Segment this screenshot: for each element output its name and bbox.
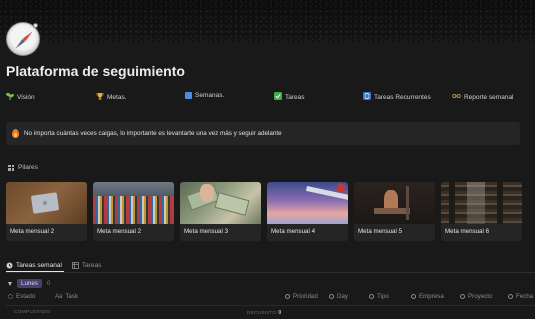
column-label: Tipo [377, 293, 389, 300]
page-cover [0, 0, 535, 42]
group-count: 0 [46, 280, 51, 287]
card-caption: Meta mensual 4 [271, 228, 316, 235]
callout-text: No importa cuántas veces caigas, lo impo… [24, 130, 282, 137]
trophy-icon [96, 92, 104, 102]
link-metas[interactable]: Metas. [96, 92, 127, 102]
tab-tareas-semanal[interactable]: Tareas semanal [6, 260, 62, 271]
column-task[interactable]: Aa Task [55, 293, 78, 300]
link-tareas[interactable]: Tareas [274, 92, 305, 102]
card-caption: Meta mensual 2 [10, 228, 55, 235]
tab-label: Tareas [81, 262, 102, 269]
glasses-icon [452, 92, 461, 102]
card-caption: Meta mensual 5 [358, 228, 403, 235]
gallery-card[interactable]: Meta mensual 6 [441, 182, 522, 241]
card-cover-image [6, 182, 87, 224]
gallery-card[interactable]: Meta mensual 4 [267, 182, 348, 241]
link-label: Reporte semanal [464, 93, 514, 101]
card-cover-image [354, 182, 435, 224]
gallery-card[interactable]: Meta mensual 5 [354, 182, 435, 241]
count-label: RECUENTO [247, 311, 277, 316]
divider [6, 305, 535, 306]
select-icon [411, 294, 416, 299]
seedling-icon [5, 92, 15, 102]
tab-tareas[interactable]: Tareas [71, 260, 102, 271]
count-summary[interactable]: RECUENTO 0 [247, 310, 282, 316]
property-header-row: Estado Aa Task Prioridad Day Tipo Empres… [8, 293, 535, 302]
group-pill: Lunes [17, 279, 42, 288]
link-tareas-recurrentes[interactable]: Tareas Recurrentes [363, 92, 431, 102]
card-caption: Meta mensual 2 [97, 228, 142, 235]
column-empresa[interactable]: Empresa [411, 293, 444, 300]
view-tabs: Tareas semanal Tareas [6, 260, 535, 272]
pilares-label: Pilares [18, 164, 38, 171]
check-box-icon [274, 92, 282, 102]
column-proyecto[interactable]: Proyecto [460, 293, 492, 300]
collapse-triangle-icon[interactable] [8, 281, 12, 286]
clock-icon [508, 294, 513, 299]
count-value: 0 [278, 310, 282, 316]
page-title: Plataforma de seguimiento [6, 63, 185, 79]
text-aa-icon: Aa [55, 293, 63, 300]
gallery-icon [8, 164, 14, 171]
motivation-callout: No importa cuántas veces caigas, lo impo… [6, 122, 520, 145]
number-box-icon [185, 92, 192, 99]
clock-view-icon [6, 262, 13, 269]
repeat-icon [363, 92, 371, 102]
tab-label: Tareas semanal [16, 262, 62, 269]
card-cover-image [267, 182, 348, 224]
card-caption: Meta mensual 6 [445, 228, 490, 235]
select-icon [460, 294, 465, 299]
pilares-heading[interactable]: Pilares [8, 164, 38, 171]
gallery-card[interactable]: Meta mensual 2 [6, 182, 87, 241]
column-fecha[interactable]: Fecha [508, 293, 533, 300]
link-semanas[interactable]: Semanas. [185, 92, 224, 99]
column-tipo[interactable]: Tipo [369, 293, 389, 300]
gallery-card[interactable]: Meta mensual 3 [180, 182, 261, 241]
column-label: Prioridad [293, 293, 318, 300]
column-label: Task [65, 293, 79, 300]
pilares-gallery: Meta mensual 2 Meta mensual 2 Meta mensu… [6, 182, 522, 241]
column-label: Empresa [419, 293, 444, 300]
link-label: Semanas. [195, 92, 225, 99]
select-icon [329, 294, 334, 299]
status-icon [8, 294, 13, 299]
select-icon [285, 294, 290, 299]
column-label: Day [337, 293, 349, 300]
link-reporte-semanal[interactable]: Reporte semanal [452, 92, 514, 102]
link-label: Visión [17, 93, 35, 101]
table-view-icon [71, 262, 79, 269]
card-cover-image [180, 182, 261, 224]
compass-icon[interactable] [6, 22, 40, 56]
group-header-lunes[interactable]: Lunes 0 [8, 279, 50, 288]
column-label: Estado [16, 293, 36, 300]
column-label: Proyecto [468, 293, 493, 300]
card-cover-image [441, 182, 522, 224]
column-label: Fecha [516, 293, 534, 300]
completed-label[interactable]: COMPLETADO [14, 310, 50, 315]
divider [6, 272, 535, 273]
link-label: Metas. [107, 93, 127, 101]
card-caption: Meta mensual 3 [184, 228, 229, 235]
column-day[interactable]: Day [329, 293, 348, 300]
nav-links: Visión Metas. Semanas. Tareas Tareas Rec… [5, 92, 526, 104]
link-label: Tareas [285, 93, 305, 101]
column-prioridad[interactable]: Prioridad [285, 293, 318, 300]
flame-icon [12, 129, 19, 138]
column-estado[interactable]: Estado [8, 293, 35, 300]
link-vision[interactable]: Visión [5, 92, 35, 102]
gallery-card[interactable]: Meta mensual 2 [93, 182, 174, 241]
card-cover-image [93, 182, 174, 224]
select-icon [369, 294, 374, 299]
link-label: Tareas Recurrentes [374, 93, 431, 101]
